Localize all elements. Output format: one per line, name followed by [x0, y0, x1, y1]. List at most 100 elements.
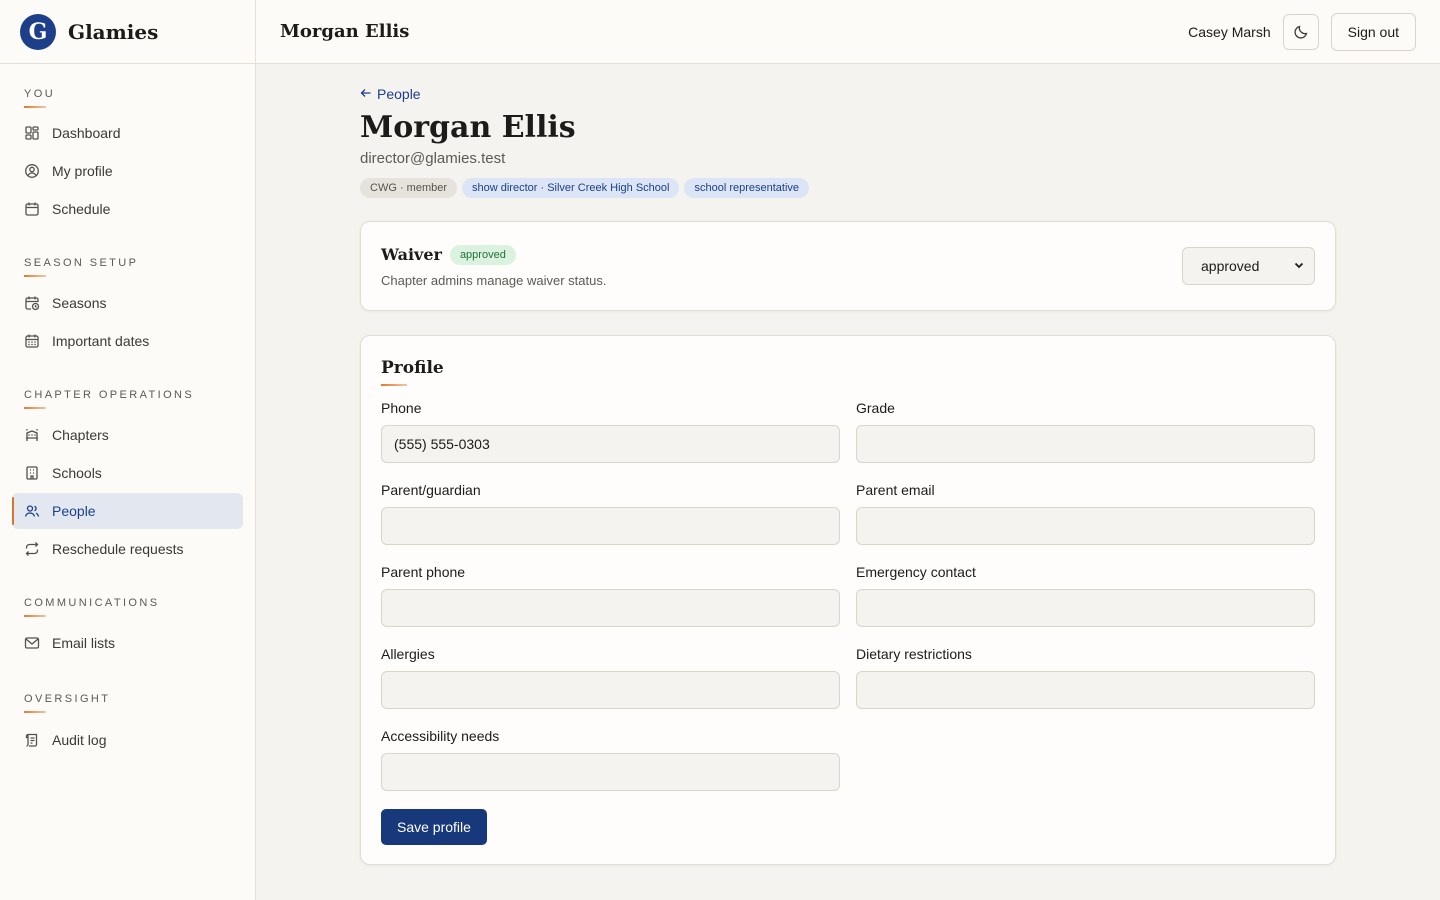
moon-icon — [1293, 24, 1309, 40]
field-parent-email: Parent email — [856, 482, 1315, 564]
scroll-icon — [24, 732, 40, 748]
chapters-icon — [24, 427, 40, 443]
sidebar-item-label: Schedule — [52, 201, 111, 217]
repeat-icon — [24, 541, 40, 557]
sidebar-item-seasons[interactable]: Seasons — [12, 285, 243, 321]
field-label: Allergies — [381, 646, 435, 662]
sidebar-item-important-dates[interactable]: Important dates — [12, 323, 243, 359]
page-title: Morgan Ellis — [360, 110, 576, 145]
sidebar: G Glamies YOU Dashboard My profile Sched… — [0, 0, 256, 900]
sidebar-item-label: Schools — [52, 465, 102, 481]
emergency-contact-input[interactable] — [856, 589, 1315, 627]
sidebar-item-label: Audit log — [52, 732, 107, 748]
field-label: Dietary restrictions — [856, 646, 972, 662]
waiver-description: Chapter admins manage waiver status. — [381, 272, 607, 288]
field-label: Parent/guardian — [381, 482, 481, 498]
logo: G — [20, 13, 56, 50]
section-title-you: YOU — [24, 88, 56, 100]
sidebar-item-label: My profile — [52, 163, 113, 179]
role-badges: CWG · member show director · Silver Cree… — [360, 178, 1336, 198]
section-title-season-setup: SEASON SETUP — [24, 257, 139, 269]
calendar-clock-icon — [24, 295, 40, 311]
sidebar-item-label: Seasons — [52, 295, 107, 311]
sidebar-item-label: Chapters — [52, 427, 109, 443]
sidebar-item-schedule[interactable]: Schedule — [12, 191, 243, 227]
field-emergency-contact: Emergency contact — [856, 564, 1315, 646]
accessibility-needs-input[interactable] — [381, 753, 840, 791]
field-label: Grade — [856, 400, 895, 416]
people-icon — [24, 503, 40, 519]
sidebar-item-schools[interactable]: Schools — [12, 455, 243, 491]
top-bar: Morgan Ellis Casey Marsh Sign out — [256, 0, 1440, 64]
arrow-left-icon — [360, 86, 372, 102]
sidebar-item-label: People — [52, 503, 96, 519]
mail-icon — [24, 635, 40, 651]
role-badge: show director · Silver Creek High School — [462, 178, 680, 198]
sidebar-item-email-lists[interactable]: Email lists — [12, 625, 243, 661]
phone-input[interactable]: (555) 555-0303 — [381, 425, 840, 463]
page-header-title: Morgan Ellis — [280, 21, 410, 42]
user-circle-icon — [24, 163, 40, 179]
section-title-oversight: OVERSIGHT — [24, 693, 111, 705]
theme-toggle-button[interactable] — [1282, 13, 1319, 50]
field-phone: Phone (555) 555-0303 — [381, 400, 840, 482]
dietary-restrictions-input[interactable] — [856, 671, 1315, 709]
field-grade: Grade — [856, 400, 1315, 482]
profile-title: Profile — [381, 358, 444, 378]
dashboard-icon — [24, 125, 40, 141]
field-parent-phone: Parent phone — [381, 564, 840, 646]
sidebar-item-chapters[interactable]: Chapters — [12, 417, 243, 453]
back-link-label: People — [377, 86, 421, 102]
section-title-communications: COMMUNICATIONS — [24, 597, 160, 609]
sidebar-item-label: Important dates — [52, 333, 150, 349]
field-label: Emergency contact — [856, 564, 976, 580]
sidebar-item-label: Reschedule requests — [52, 541, 184, 557]
allergies-input[interactable] — [381, 671, 840, 709]
parent-phone-input[interactable] — [381, 589, 840, 627]
sidebar-item-dashboard[interactable]: Dashboard — [12, 115, 243, 151]
back-to-people-link[interactable]: People — [360, 86, 1336, 102]
current-user-name: Casey Marsh — [1188, 23, 1271, 40]
chevron-down-icon — [1294, 260, 1304, 273]
calendar-grid-icon — [24, 333, 40, 349]
field-label: Parent phone — [381, 564, 466, 580]
profile-card: Profile Phone (555) 555-0303 Grade Paren… — [360, 335, 1336, 865]
profile-form: Phone (555) 555-0303 Grade Parent/guardi… — [381, 400, 1315, 810]
field-dietary-restrictions: Dietary restrictions — [856, 646, 1315, 728]
waiver-status-select[interactable]: approved — [1182, 247, 1315, 285]
save-profile-button[interactable]: Save profile — [381, 809, 487, 845]
field-parent-guardian: Parent/guardian — [381, 482, 840, 564]
field-allergies: Allergies — [381, 646, 840, 728]
waiver-select-value: approved — [1201, 258, 1260, 274]
person-email: director@glamies.test — [360, 150, 506, 167]
role-badge: school representative — [684, 178, 810, 198]
brand-name: Glamies — [68, 19, 159, 44]
field-label: Accessibility needs — [381, 728, 500, 744]
sidebar-item-label: Email lists — [52, 635, 116, 651]
sign-out-button[interactable]: Sign out — [1330, 12, 1416, 51]
waiver-info: Waiver approved Chapter admins manage wa… — [381, 244, 607, 288]
sidebar-nav: YOU Dashboard My profile Schedule SEASON… — [0, 64, 255, 758]
section-title-chapter-operations: CHAPTER OPERATIONS — [24, 389, 195, 401]
field-accessibility-needs: Accessibility needs — [381, 728, 840, 810]
grade-input[interactable] — [856, 425, 1315, 463]
brand[interactable]: G Glamies — [0, 0, 255, 64]
sidebar-item-reschedule-requests[interactable]: Reschedule requests — [12, 531, 243, 567]
sidebar-item-people[interactable]: People — [12, 493, 243, 529]
membership-badge: CWG · member — [360, 178, 457, 198]
waiver-card: Waiver approved Chapter admins manage wa… — [360, 221, 1336, 311]
building-icon — [24, 465, 40, 481]
section-divider — [381, 384, 407, 386]
sidebar-item-my-profile[interactable]: My profile — [12, 153, 243, 189]
calendar-icon — [24, 201, 40, 217]
sidebar-item-label: Dashboard — [52, 125, 121, 141]
waiver-title: Waiver — [381, 245, 442, 264]
parent-email-input[interactable] — [856, 507, 1315, 545]
waiver-status-badge: approved — [449, 244, 516, 265]
top-bar-actions: Casey Marsh Sign out — [1188, 12, 1416, 51]
sidebar-item-audit-log[interactable]: Audit log — [12, 722, 243, 758]
field-label: Parent email — [856, 482, 935, 498]
parent-guardian-input[interactable] — [381, 507, 840, 545]
field-label: Phone — [381, 400, 422, 416]
main-content: People Morgan Ellis director@glamies.tes… — [360, 64, 1336, 865]
